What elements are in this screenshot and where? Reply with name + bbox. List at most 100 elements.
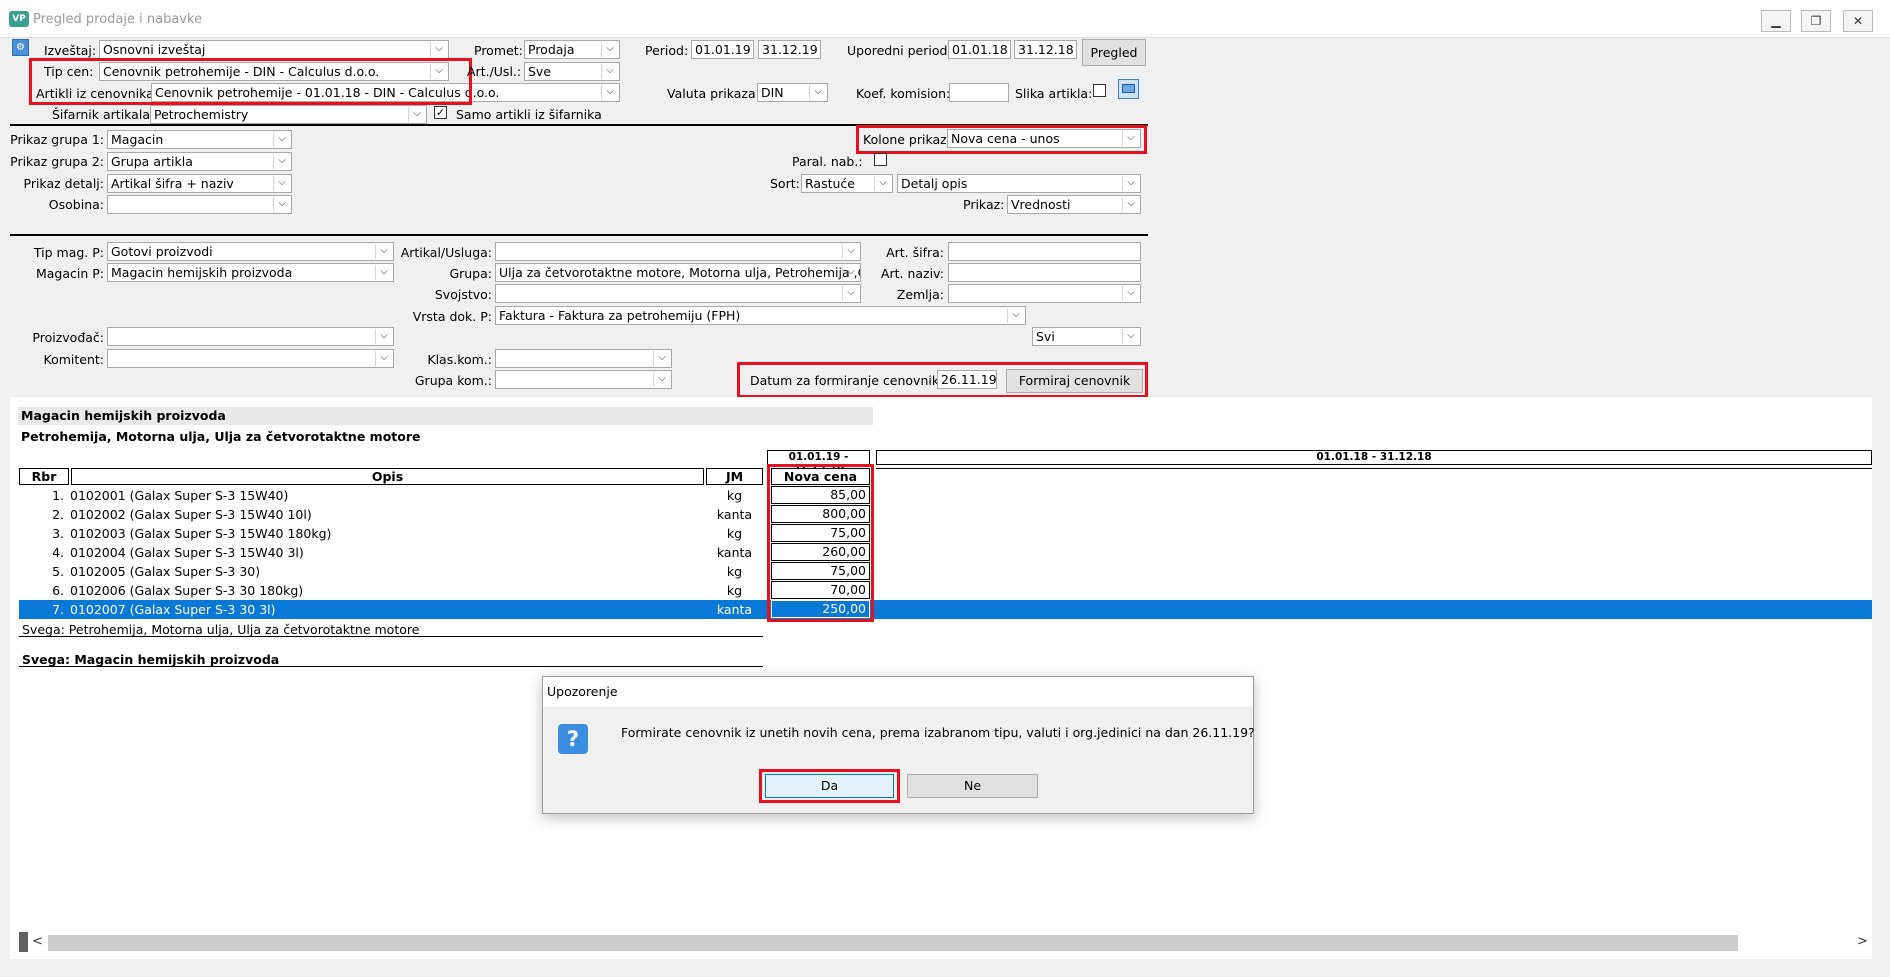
row-rbr: 3. [52, 526, 64, 541]
art-usl-select[interactable]: Sve ⌵ [524, 62, 620, 81]
table-row[interactable]: 2. 0102002 (Galax Super S-3 15W40 10l) k… [19, 505, 1859, 524]
ne-button[interactable]: Ne [907, 774, 1038, 798]
klas-kom-label: Klas.kom.: [427, 352, 492, 367]
chevron-down-icon: ⌵ [842, 244, 859, 259]
chevron-down-icon: ⌵ [653, 372, 670, 387]
prikaz-select[interactable]: Vrednosti ⌵ [1007, 195, 1141, 214]
klas-kom-select[interactable]: ⌵ [495, 349, 672, 368]
image-icon [1122, 84, 1135, 93]
chevron-down-icon: ⌵ [1122, 131, 1139, 146]
prikaz-grupa-1-select[interactable]: Magacin ⌵ [107, 130, 292, 149]
uporedni-from-input[interactable]: 01.01.18 [948, 40, 1011, 59]
close-button[interactable]: ✕ [1843, 10, 1873, 32]
promet-select[interactable]: Prodaja ⌵ [524, 40, 620, 59]
koef-komision-label: Koef. komision: [856, 86, 951, 101]
svi-select[interactable]: Svi ⌵ [1032, 327, 1141, 346]
prikaz-grupa-2-select[interactable]: Grupa artikla ⌵ [107, 152, 292, 171]
row-opis: 0102001 (Galax Super S-3 15W40) [70, 488, 289, 503]
koef-komision-input[interactable] [949, 83, 1009, 102]
period-to-input[interactable]: 31.12.19 [758, 40, 821, 59]
maximize-button[interactable]: ❐ [1801, 10, 1831, 32]
chevron-down-icon: ⌵ [601, 85, 618, 100]
komitent-label: Komitent: [43, 352, 105, 367]
scroll-marker [19, 932, 28, 952]
artikal-usluga-label: Artikal/Usluga: [400, 245, 492, 260]
chevron-down-icon: ⌵ [842, 286, 859, 301]
chevron-down-icon: ⌵ [601, 42, 618, 57]
grupa-select[interactable]: Ulja za četvorotaktne motore, Motorna ul… [495, 263, 861, 282]
pregled-button[interactable]: Pregled [1082, 39, 1146, 66]
table-row[interactable]: 3. 0102003 (Galax Super S-3 15W40 180kg)… [19, 524, 1859, 543]
da-button[interactable]: Da [765, 774, 894, 798]
zemlja-select[interactable]: ⌵ [948, 284, 1141, 303]
chevron-down-icon: ⌵ [375, 244, 392, 259]
slika-artikla-checkbox[interactable] [1093, 84, 1106, 97]
table-row[interactable]: 4. 0102004 (Galax Super S-3 15W40 3l) ka… [19, 543, 1859, 562]
prikaz-grupa-2-value: Grupa artikla [111, 154, 193, 169]
chevron-down-icon: ⌵ [273, 154, 290, 169]
row-rbr: 5. [52, 564, 64, 579]
prikaz-detalj-select[interactable]: Artikal šifra + naziv ⌵ [107, 174, 292, 193]
table-row[interactable]: 6. 0102006 (Galax Super S-3 30 180kg) kg… [19, 581, 1859, 600]
total-line [19, 636, 763, 637]
proizvodjac-label: Proizvođač: [32, 330, 104, 345]
zemlja-label: Zemlja: [896, 287, 944, 302]
valuta-select[interactable]: DIN ⌵ [757, 83, 828, 102]
grupa-kom-select[interactable]: ⌵ [495, 370, 672, 389]
scrollbar-thumb[interactable] [48, 935, 1738, 951]
table-row[interactable]: 5. 0102005 (Galax Super S-3 30) kg 75,00 [19, 562, 1859, 581]
proizvodjac-select[interactable]: ⌵ [107, 327, 394, 346]
prikaz-grupa-1-label: Prikaz grupa 1: [10, 132, 104, 147]
period-label: Period: [645, 43, 689, 58]
sifarnik-label: Šifarnik artikala: [52, 107, 155, 122]
sifarnik-select[interactable]: Petrochemistry ⌵ [150, 105, 427, 124]
samo-artikli-checkbox[interactable]: ✓ [434, 106, 447, 119]
scroll-left-arrow[interactable]: < [32, 934, 43, 949]
sort-label: Sort: [770, 176, 800, 191]
komitent-select[interactable]: ⌵ [107, 349, 394, 368]
chevron-down-icon: ⌵ [1122, 197, 1139, 212]
kolone-prikaz-select[interactable]: Nova cena - unos ⌵ [947, 129, 1141, 148]
minimize-button[interactable]: ▁ [1761, 10, 1791, 32]
scroll-right-arrow[interactable]: > [1857, 934, 1868, 949]
dialog-title: Upozorenje [547, 684, 618, 699]
art-sifra-input[interactable] [948, 242, 1141, 261]
svojstvo-select[interactable]: ⌵ [495, 284, 861, 303]
sort-select[interactable]: Rastuće ⌵ [801, 174, 893, 193]
table-row-selected[interactable]: 7. 0102007 (Galax Super S-3 30 3l) kanta… [19, 600, 1859, 619]
svi-value: Svi [1036, 329, 1055, 344]
vrsta-dok-select[interactable]: Faktura - Faktura za petrohemiju (FPH) ⌵ [495, 306, 1026, 325]
paral-nab-checkbox[interactable] [874, 153, 887, 166]
header-line [876, 468, 1872, 469]
row-rbr: 4. [52, 545, 64, 560]
izvestaj-select[interactable]: Osnovni izveštaj ⌵ [99, 40, 449, 59]
row-rbr: 1. [52, 488, 64, 503]
promet-label: Promet: [474, 43, 523, 58]
tip-mag-p-label: Tip mag. P: [33, 245, 104, 260]
row-opis: 0102003 (Galax Super S-3 15W40 180kg) [70, 526, 332, 541]
grupa-value: Ulja za četvorotaktne motore, Motorna ul… [499, 265, 861, 280]
magacin-p-select[interactable]: Magacin hemijskih proizvoda ⌵ [107, 263, 394, 282]
sort-detail-select[interactable]: Detalj opis ⌵ [897, 174, 1141, 193]
image-view-button[interactable] [1118, 79, 1139, 99]
formiraj-cenovnik-button[interactable]: Formiraj cenovnik [1006, 369, 1143, 393]
period-from-input[interactable]: 01.01.19 [691, 40, 754, 59]
sifarnik-value: Petrochemistry [154, 107, 249, 122]
datum-cenovnika-label: Datum za formiranje cenovnika: [750, 373, 951, 388]
datum-cenovnika-input[interactable]: 26.11.19 [937, 370, 997, 389]
art-naziv-input[interactable] [948, 263, 1141, 282]
tip-mag-p-select[interactable]: Gotovi proizvodi ⌵ [107, 242, 394, 261]
opis-header: Opis [71, 468, 704, 485]
table-row[interactable]: 1. 0102001 (Galax Super S-3 15W40) kg 85… [19, 486, 1859, 505]
prikaz-label: Prikaz: [963, 197, 1005, 212]
chevron-down-icon: ⌵ [430, 42, 447, 57]
artikal-usluga-select[interactable]: ⌵ [495, 242, 861, 261]
osobina-select[interactable]: ⌵ [107, 195, 292, 214]
settings-icon[interactable]: ⚙ [12, 39, 29, 56]
period-column-header: 01.01.19 - 31.12.19 [767, 450, 870, 476]
row-opis: 0102005 (Galax Super S-3 30) [70, 564, 261, 579]
uporedni-to-input[interactable]: 31.12.18 [1014, 40, 1077, 59]
slika-artikla-label: Slika artikla: [1015, 86, 1093, 101]
row-opis: 0102004 (Galax Super S-3 15W40 3l) [70, 545, 304, 560]
rbr-header: Rbr [19, 468, 69, 485]
